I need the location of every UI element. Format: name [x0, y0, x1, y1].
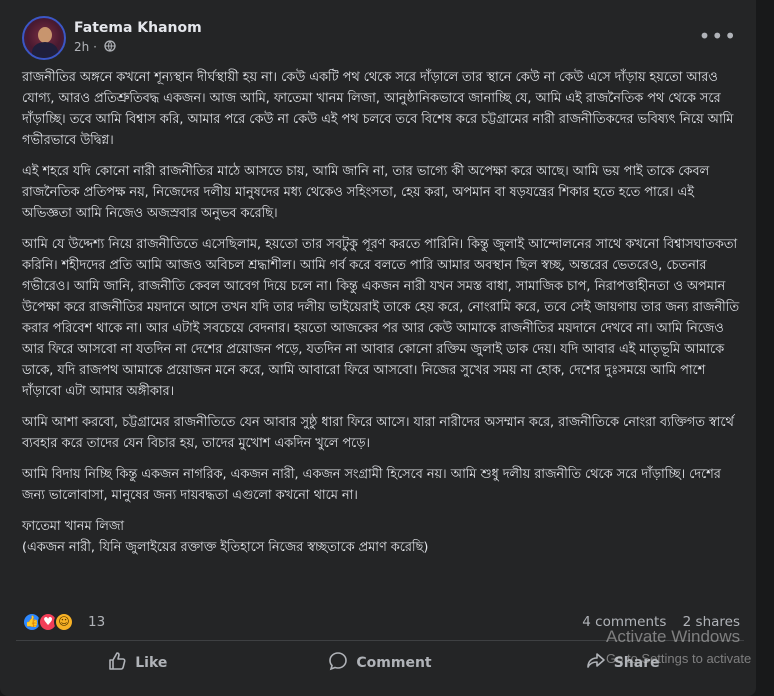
post-card: Fatema Khanom 2h · ••• রাজনীতির অঙ্গনে ক… — [0, 0, 756, 696]
post-body: রাজনীতির অঙ্গনে কখনো শূন্যস্থান দীর্ঘস্থ… — [22, 67, 746, 558]
avatar[interactable] — [22, 16, 66, 60]
like-label: Like — [135, 655, 168, 671]
post-time[interactable]: 2h — [74, 40, 89, 54]
post-meta: 2h · — [74, 40, 116, 55]
paragraph: এই শহরে যদি কোনো নারী রাজনীতির মাঠে আসতে… — [22, 164, 710, 221]
reaction-count[interactable]: 13 — [88, 614, 105, 630]
like-button[interactable]: Like — [16, 641, 259, 685]
comment-label: Comment — [356, 655, 432, 671]
more-options-icon[interactable]: ••• — [699, 26, 737, 46]
watermark-title: Activate Windows — [606, 627, 741, 646]
author-name[interactable]: Fatema Khanom — [74, 20, 202, 36]
share-icon — [586, 651, 606, 675]
paragraph: আমি বিদায় নিচ্ছি কিন্তু একজন নাগরিক, এক… — [22, 467, 721, 503]
signature: ফাতেমা খানম লিজা (একজন নারী, যিনি জুলাইয… — [22, 516, 746, 558]
paragraph: রাজনীতির অঙ্গনে কখনো শূন্যস্থান দীর্ঘস্থ… — [22, 70, 734, 148]
watermark-subtitle: Go to Settings to activate — [606, 651, 752, 666]
comment-button[interactable]: Comment — [259, 641, 502, 685]
paragraph: আমি যে উদ্দেশ্য নিয়ে রাজনীতিতে এসেছিলাম… — [22, 237, 739, 399]
paragraph: আমি আশা করবো, চট্টগ্রামের রাজনীতিতে যেন … — [22, 415, 734, 451]
like-icon — [107, 651, 127, 675]
post-header: Fatema Khanom 2h · ••• — [22, 16, 757, 60]
activate-windows-watermark: Activate Windows Go to Settings to activ… — [606, 627, 751, 666]
avatar-head — [38, 27, 52, 43]
comment-icon — [328, 651, 348, 675]
haha-reaction-icon: ☺ — [54, 612, 74, 632]
signature-name: ফাতেমা খানম লিজা — [22, 519, 124, 534]
globe-icon[interactable] — [104, 40, 116, 55]
signature-note: (একজন নারী, যিনি জুলাইয়ের রক্তাক্ত ইতিহ… — [22, 540, 429, 555]
avatar-body — [32, 42, 58, 58]
